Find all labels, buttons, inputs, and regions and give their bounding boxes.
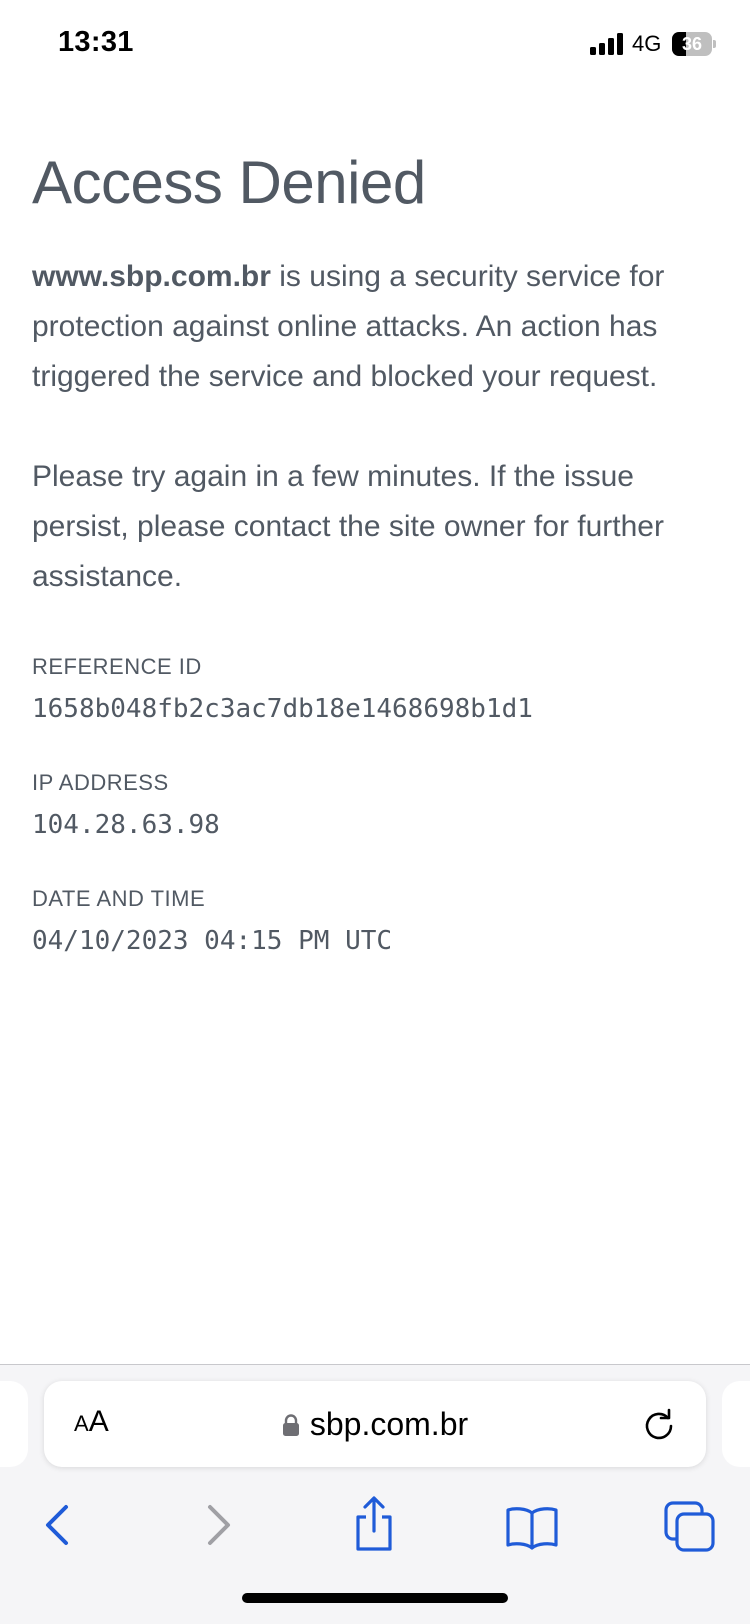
battery-percent: 36: [681, 34, 703, 54]
bookmarks-icon: [506, 1507, 558, 1550]
browser-toolbar: AA sbp.com.br: [0, 1364, 750, 1624]
retry-paragraph: Please try again in a few minutes. If th…: [32, 460, 664, 593]
lock-icon: [282, 1414, 300, 1436]
reference-id-label: REFERENCE ID: [32, 654, 202, 679]
share-icon: [356, 1496, 392, 1551]
tabs-icon: [664, 1501, 715, 1552]
ip-address-value: 104.28.63.98: [32, 810, 220, 840]
page-content: Access Denied www.sbp.com.br is using a …: [32, 140, 722, 956]
blocked-domain: www.sbp.com.br: [32, 260, 271, 293]
back-icon: [46, 1505, 68, 1545]
forward-button[interactable]: [188, 1495, 248, 1555]
address-bar[interactable]: AA sbp.com.br: [44, 1381, 706, 1467]
tabs-button[interactable]: [660, 1495, 720, 1555]
reload-icon[interactable]: [642, 1407, 676, 1441]
previous-tab-preview[interactable]: [0, 1381, 28, 1467]
share-button[interactable]: [344, 1495, 404, 1555]
forward-icon: [208, 1505, 230, 1545]
battery-icon: 36: [672, 32, 716, 56]
status-time: 13:31: [58, 26, 134, 58]
bookmarks-button[interactable]: [502, 1495, 562, 1555]
next-tab-preview[interactable]: [722, 1381, 750, 1467]
date-time-value: 04/10/2023 04:15 PM UTC: [32, 926, 393, 956]
ip-address-label: IP ADDRESS: [32, 770, 169, 795]
reference-id-value: 1658b048fb2c3ac7db18e1468698b1d1: [32, 694, 533, 724]
back-button[interactable]: [28, 1495, 88, 1555]
network-type: 4G: [632, 31, 662, 56]
home-indicator[interactable]: [242, 1593, 508, 1603]
date-time-label: DATE AND TIME: [32, 886, 206, 911]
status-bar: 13:31 4G 36: [0, 0, 750, 92]
intro-paragraph: www.sbp.com.br is using a security servi…: [32, 252, 722, 402]
cellular-signal-icon: [590, 33, 626, 55]
page-title: Access Denied: [32, 149, 426, 216]
url-text[interactable]: sbp.com.br: [310, 1406, 468, 1443]
